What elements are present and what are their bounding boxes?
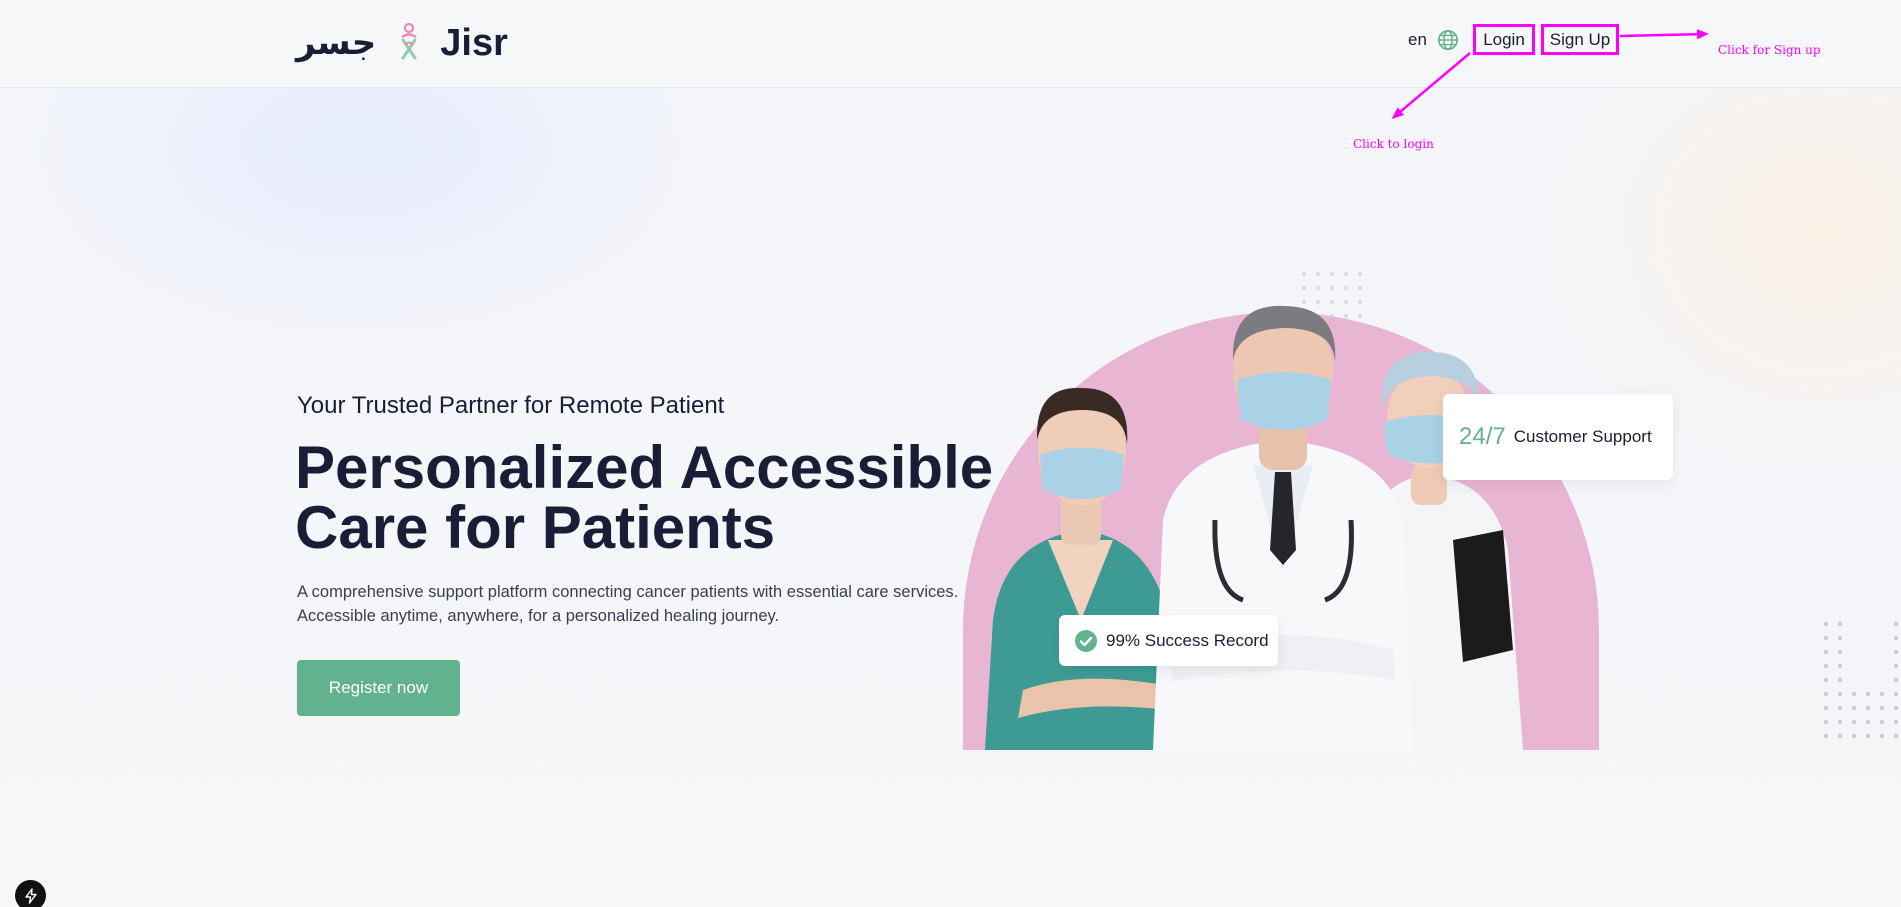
success-record-card: 99% Success Record	[1059, 615, 1278, 666]
site-header: جسر Jisr en Login Sign Up	[0, 0, 1901, 88]
hero-description-line: A comprehensive support platform connect…	[297, 583, 959, 601]
logo-text: Jisr	[440, 21, 508, 64]
medical-team-image	[963, 305, 1599, 750]
signup-button[interactable]: Sign Up	[1541, 24, 1619, 55]
brand-logo[interactable]: جسر Jisr	[296, 18, 508, 68]
login-annotation-text: Click to login	[1353, 137, 1434, 151]
support-hours-value: 24/7	[1459, 423, 1506, 450]
dev-tools-badge[interactable]	[15, 880, 46, 907]
dot-pattern-decoration	[1823, 621, 1899, 739]
hero-subtitle: Your Trusted Partner for Remote Patient	[297, 392, 725, 419]
signup-annotation-text: Click for Sign up	[1718, 43, 1821, 57]
language-label: en	[1408, 30, 1427, 49]
logo-arabic-text: جسر	[296, 23, 377, 63]
login-button[interactable]: Login	[1473, 24, 1535, 55]
language-switcher[interactable]: en	[1408, 28, 1459, 52]
hero-description: A comprehensive support platform connect…	[297, 580, 1057, 628]
check-circle-icon	[1075, 629, 1097, 652]
hero-description-line: Accessible anytime, anywhere, for a pers…	[297, 607, 780, 625]
hero-title: Personalized Accessible Care for Patient…	[295, 438, 1055, 558]
hero-title-line: Care for Patients	[295, 494, 776, 561]
hero-title-line: Personalized Accessible	[295, 434, 994, 501]
register-now-button[interactable]: Register now	[297, 660, 460, 716]
support-label: Customer Support	[1513, 427, 1652, 446]
customer-support-card: 24/7 Customer Support	[1443, 394, 1673, 480]
lightning-icon	[24, 887, 37, 904]
globe-icon	[1437, 30, 1458, 50]
success-record-label: 99% Success Record	[1106, 630, 1269, 650]
ribbon-person-icon	[401, 23, 417, 60]
